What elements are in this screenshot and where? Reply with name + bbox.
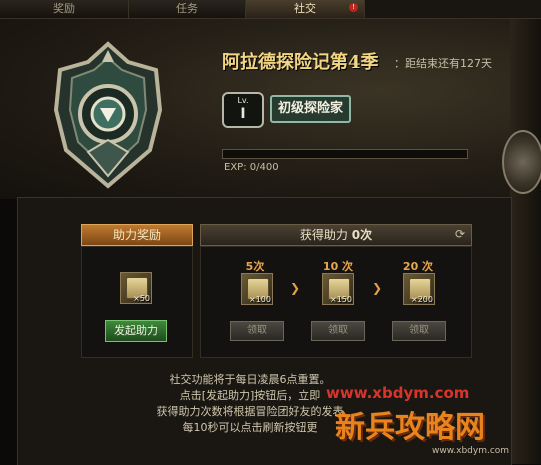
arrow-right-icon: ❯ [372,281,383,295]
received-assist-header: 获得助力 0次 [200,224,472,246]
start-assist-button[interactable]: 发起助力 [105,320,167,342]
exp-progress-bar [222,149,468,159]
side-decoration [510,19,541,464]
tier-label-3: 20 次 [402,260,434,273]
tab-social[interactable]: 社交! [246,0,365,18]
item-count: ×200 [411,295,433,304]
reward-item-tier-1[interactable]: ×100 [241,273,273,305]
reward-item-tier-3[interactable]: ×200 [403,273,435,305]
tier-label-2: 10 次 [322,260,354,273]
tab-tasks-label: 任务 [176,2,198,15]
watermark-url-small: www.xbdym.com [432,446,510,456]
level-number: I [240,106,246,122]
tab-social-label: 社交 [294,2,316,15]
assist-reward-header: 助力奖励 [81,224,193,246]
watermark-logo: 新兵攻略网 [335,410,485,445]
received-assist-label: 获得助力 [299,228,348,242]
tab-bar: 奖励 任务 社交! [0,0,541,19]
claim-button-tier-1[interactable]: 领取 [230,321,284,341]
exp-readout: EXP: 0/400 [224,162,279,173]
refresh-icon[interactable]: ⟳ [455,227,465,241]
reward-item-self[interactable]: ×50 [120,272,152,304]
alert-badge: ! [349,3,358,12]
item-count: ×150 [330,295,352,304]
received-assist-count: 0次 [351,228,373,242]
season-emblem-icon [53,41,163,189]
tier-label-1: 5次 [245,260,265,273]
exp-label: EXP: [224,162,247,173]
tab-rewards-label: 奖励 [53,2,75,15]
tab-tasks[interactable]: 任务 [129,0,246,18]
level-badge: Lv. I [222,92,264,128]
level-prefix: Lv. [237,96,249,105]
compass-icon [502,130,541,194]
arrow-right-icon: ❯ [290,281,301,295]
season-title: 阿拉德探险记第4季 [222,52,379,73]
item-count: ×100 [249,295,271,304]
item-count: ×50 [133,294,150,303]
season-countdown: ：距结束还有127天 [394,57,492,70]
claim-button-tier-3[interactable]: 领取 [392,321,446,341]
rank-title: 初级探险家 [270,95,352,123]
reward-item-tier-2[interactable]: ×150 [322,273,354,305]
exp-value: 0/400 [249,162,279,173]
claim-button-tier-2[interactable]: 领取 [311,321,365,341]
watermark-url: www.xbdym.com [326,384,470,402]
tab-rewards[interactable]: 奖励 [0,0,129,18]
